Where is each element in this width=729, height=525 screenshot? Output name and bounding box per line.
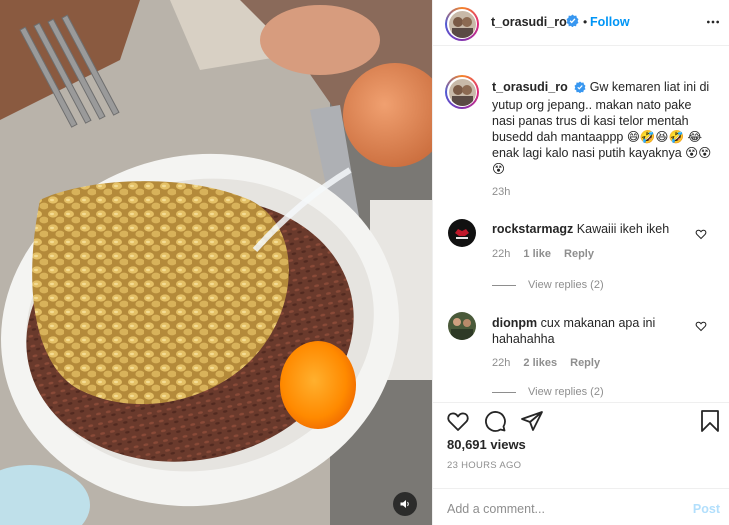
divider-line bbox=[492, 391, 516, 393]
caption-avatar[interactable] bbox=[445, 75, 479, 109]
save-bookmark-icon[interactable] bbox=[699, 409, 721, 436]
comment-avatar[interactable] bbox=[448, 219, 476, 247]
follow-button[interactable]: Follow bbox=[590, 15, 630, 29]
post-details-panel: t_orasudi_ro • Follow t_orasudi_ro Gw ke… bbox=[432, 0, 729, 525]
post-video[interactable] bbox=[0, 0, 432, 525]
like-comment-heart-icon[interactable] bbox=[695, 228, 707, 240]
view-replies-button[interactable]: View replies (2) bbox=[492, 386, 604, 398]
author-username[interactable]: t_orasudi_ro bbox=[491, 15, 567, 29]
comment-bubble-icon[interactable] bbox=[483, 409, 507, 436]
post-header: t_orasudi_ro • Follow bbox=[433, 0, 729, 46]
like-comment-heart-icon[interactable] bbox=[695, 320, 707, 332]
comment-time[interactable]: 22h bbox=[492, 248, 510, 260]
comment-meta: 22h 2 likes Reply bbox=[492, 357, 600, 369]
avatar-photo-icon bbox=[448, 78, 476, 106]
comment: dionpm cux makanan apa ini hahahahha bbox=[492, 315, 692, 347]
avatar-photo-icon bbox=[448, 312, 476, 340]
divider-line bbox=[492, 284, 516, 286]
author-avatar[interactable] bbox=[445, 7, 479, 41]
comment-likes[interactable]: 2 likes bbox=[523, 357, 557, 369]
header-separator: • bbox=[583, 15, 588, 29]
add-comment-input[interactable]: Add a comment... bbox=[447, 502, 545, 516]
caption-time[interactable]: 23h bbox=[492, 186, 510, 198]
comment-username[interactable]: dionpm bbox=[492, 316, 537, 330]
view-replies-label: View replies (2) bbox=[528, 386, 604, 398]
comment-meta: 22h 1 like Reply bbox=[492, 248, 594, 260]
comment-avatar[interactable] bbox=[448, 312, 476, 340]
caption-text: Gw kemaren liat ini di yutup org jepang.… bbox=[492, 80, 712, 176]
more-options-icon[interactable] bbox=[705, 14, 721, 33]
comment-username[interactable]: rockstarmagz bbox=[492, 222, 573, 236]
comment-text: Kawaiii ikeh ikeh bbox=[576, 222, 670, 236]
speaker-icon bbox=[400, 500, 409, 508]
video-frame-illustration bbox=[0, 0, 432, 525]
view-replies-button[interactable]: View replies (2) bbox=[492, 279, 604, 291]
verified-badge-icon bbox=[574, 81, 586, 97]
add-comment-bar: Add a comment... Post bbox=[433, 488, 729, 525]
mute-toggle-button[interactable] bbox=[393, 492, 417, 516]
reply-button[interactable]: Reply bbox=[564, 248, 594, 260]
like-heart-icon[interactable] bbox=[446, 409, 470, 436]
view-replies-label: View replies (2) bbox=[528, 279, 604, 291]
caption: t_orasudi_ro Gw kemaren liat ini di yutu… bbox=[492, 79, 716, 177]
verified-badge-icon bbox=[566, 14, 579, 30]
reply-button[interactable]: Reply bbox=[570, 357, 600, 369]
post-comment-button[interactable]: Post bbox=[693, 502, 720, 516]
comments-list[interactable]: t_orasudi_ro Gw kemaren liat ini di yutu… bbox=[433, 47, 729, 402]
view-count[interactable]: 80,691 views bbox=[447, 437, 526, 452]
avatar-photo-icon bbox=[448, 10, 476, 38]
comment: rockstarmagz Kawaiii ikeh ikeh bbox=[492, 222, 692, 236]
avatar-photo-icon bbox=[448, 219, 476, 247]
post-timestamp[interactable]: 23 HOURS AGO bbox=[447, 460, 521, 471]
caption-username[interactable]: t_orasudi_ro bbox=[492, 80, 568, 94]
comment-likes[interactable]: 1 like bbox=[523, 248, 551, 260]
comment-time[interactable]: 22h bbox=[492, 357, 510, 369]
share-paper-plane-icon[interactable] bbox=[520, 409, 544, 436]
